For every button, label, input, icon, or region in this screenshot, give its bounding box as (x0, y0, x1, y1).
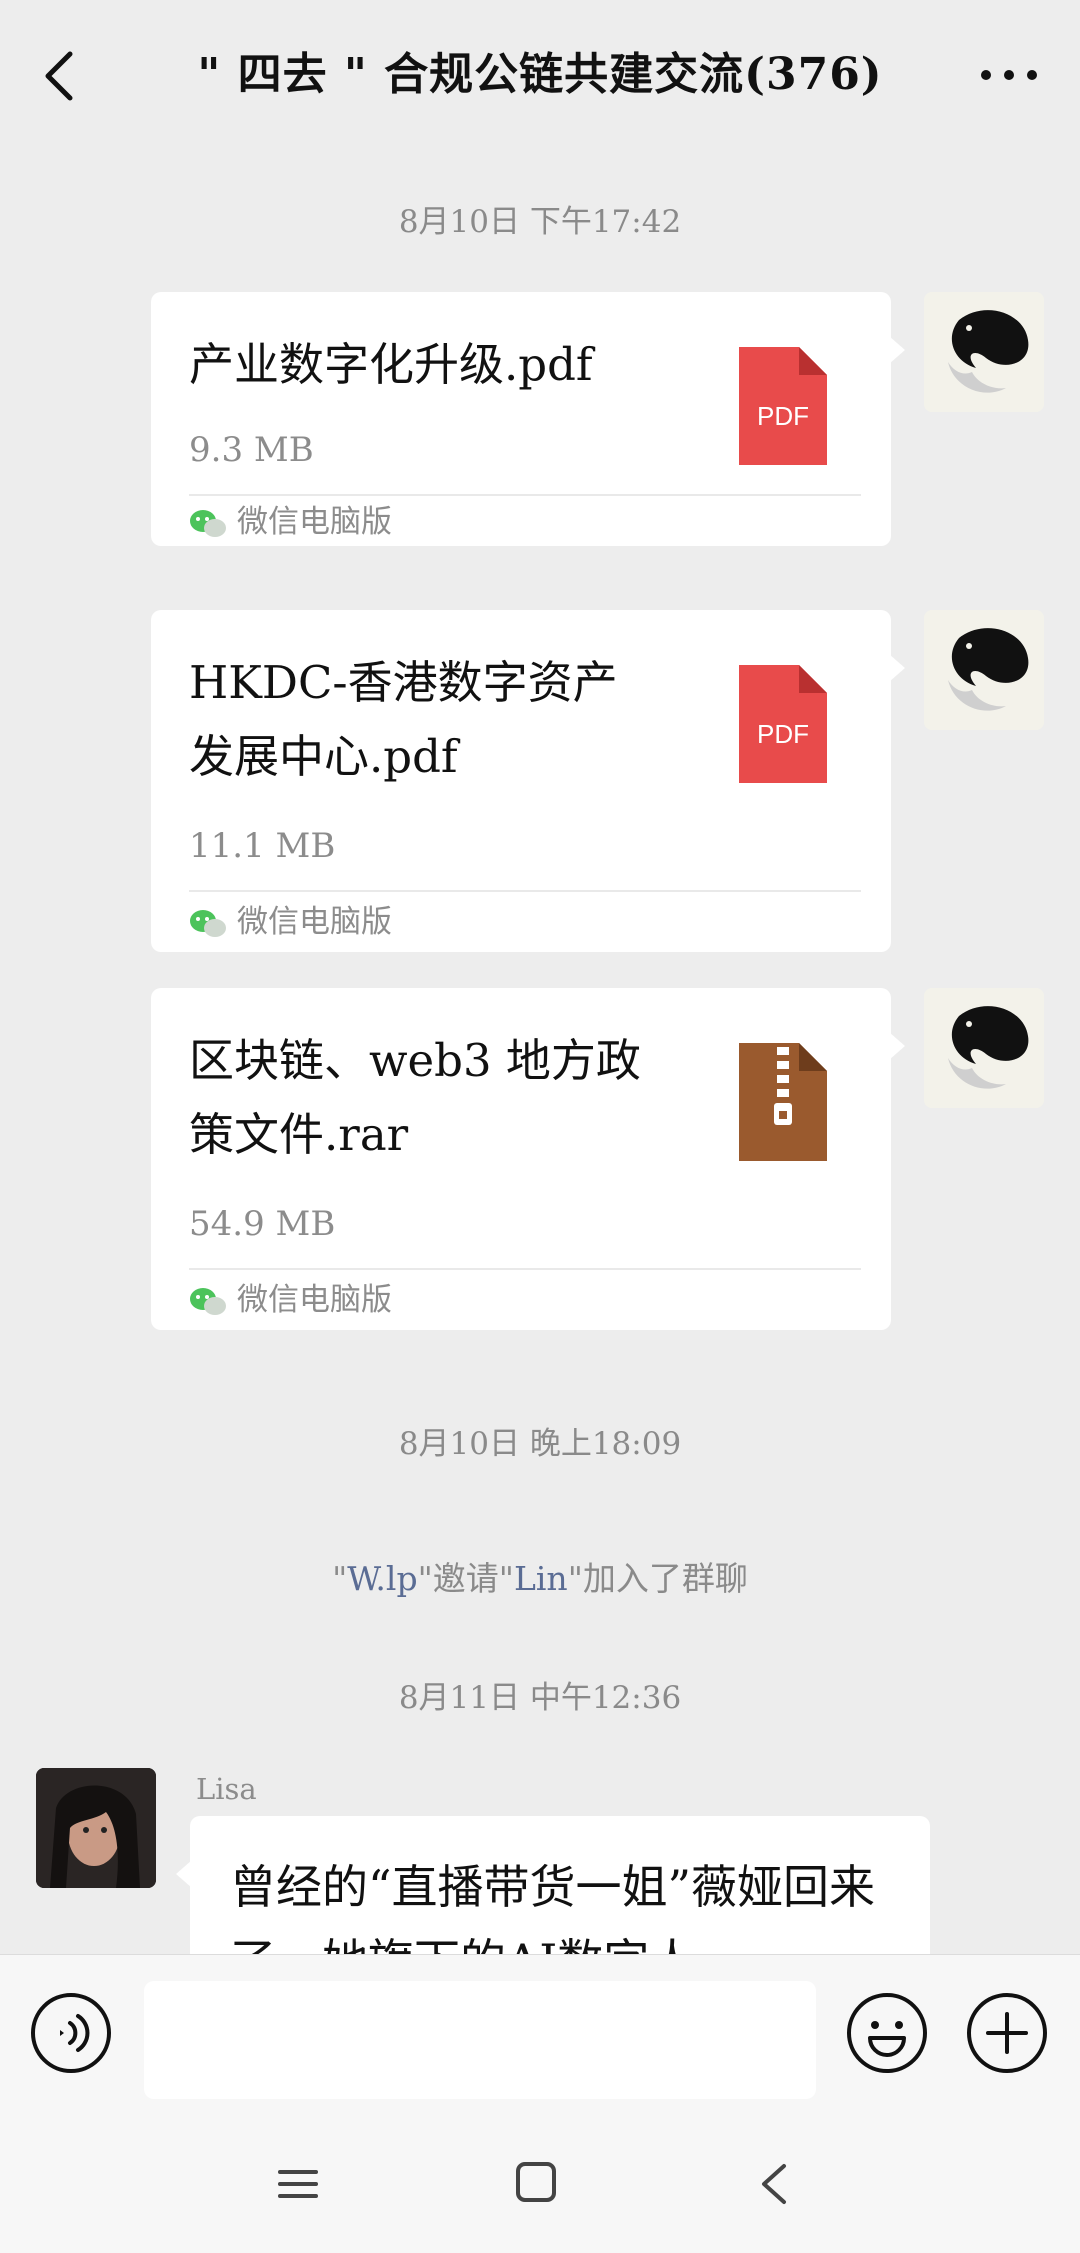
chevron-left-icon (45, 51, 73, 101)
file-message-card[interactable]: 产业数字化升级.pdf 9.3 MB PDF 微信电脑版 (151, 292, 905, 546)
recent-apps-button[interactable] (276, 2162, 320, 2206)
svg-text:PDF: PDF (757, 719, 809, 749)
home-square-icon (516, 2162, 556, 2202)
avatar[interactable] (36, 1768, 156, 1888)
more-button[interactable] (974, 45, 1044, 105)
voice-button[interactable] (30, 1992, 112, 2074)
back-button[interactable] (36, 40, 86, 110)
file-source: 微信电脑版 (189, 502, 392, 542)
inviter-name[interactable]: W.lp (347, 1559, 417, 1598)
chat-message-list[interactable]: 8月10日 下午17:42 产业数字化升级.pdf 9.3 MB PDF 微信电 (0, 146, 1080, 1954)
more-dots-icon (981, 70, 1037, 80)
back-triangle-icon (762, 2164, 786, 2204)
emoji-button[interactable] (846, 1992, 928, 2074)
text-message-bubble[interactable]: 曾经的“直播带货一姐”薇娅回来了，她旗下的AI数字人... (176, 1816, 930, 1954)
wechat-icon (190, 509, 226, 537)
file-source: 微信电脑版 (189, 902, 392, 942)
timestamp: 8月10日 晚上18:09 (398, 1426, 682, 1462)
divider (189, 890, 861, 892)
sender-name: Lisa (196, 1772, 257, 1806)
chat-title: " 四去 " 合规公链共建交流(376) (197, 49, 883, 100)
file-size: 11.1 MB (189, 826, 336, 866)
avatar[interactable] (924, 988, 1044, 1108)
yin-yang-fish-avatar-icon (924, 610, 1044, 730)
wechat-icon (190, 1287, 226, 1315)
timestamp: 8月10日 下午17:42 (398, 204, 682, 240)
message-input[interactable] (144, 1981, 816, 2099)
pdf-file-icon: PDF (739, 347, 827, 465)
chat-input-bar (0, 1954, 1080, 2114)
file-source: 微信电脑版 (189, 1280, 392, 1320)
divider (189, 494, 861, 496)
divider (189, 1268, 861, 1270)
file-name: 产业数字化升级.pdf (189, 338, 593, 391)
yin-yang-fish-avatar-icon (924, 988, 1044, 1108)
system-navigation-bar (0, 2114, 1080, 2253)
file-size: 54.9 MB (189, 1204, 336, 1244)
yin-yang-fish-avatar-icon (924, 292, 1044, 412)
timestamp: 8月11日 中午12:36 (398, 1680, 682, 1716)
avatar[interactable] (924, 292, 1044, 412)
user-photo-avatar-icon (36, 1768, 156, 1888)
voice-icon (31, 1993, 111, 2073)
smiley-icon (847, 1993, 927, 2073)
menu-icon (278, 2170, 318, 2198)
plus-icon (967, 1993, 1047, 2073)
system-message: "W.lp"邀请"Lin"加入了群聊 (332, 1559, 748, 1598)
wechat-icon (190, 909, 226, 937)
invitee-name[interactable]: Lin (514, 1559, 568, 1598)
avatar[interactable] (924, 610, 1044, 730)
svg-text:PDF: PDF (757, 401, 809, 431)
file-name: 区块链、web3 地方政策文件.rar (189, 1034, 641, 1161)
file-message-card[interactable]: 区块链、web3 地方政策文件.rar 54.9 MB 微信电脑版 (151, 988, 905, 1330)
archive-file-icon (739, 1043, 827, 1161)
file-size: 9.3 MB (189, 430, 314, 470)
more-functions-button[interactable] (966, 1992, 1048, 2074)
file-name: HKDC-香港数字资产发展中心.pdf (189, 656, 618, 783)
file-message-card[interactable]: HKDC-香港数字资产发展中心.pdf 11.1 MB PDF 微信电脑版 (151, 610, 905, 952)
pdf-file-icon: PDF (739, 665, 827, 783)
system-back-button[interactable] (756, 2160, 792, 2208)
home-button[interactable] (514, 2160, 558, 2204)
chat-header: " 四去 " 合规公链共建交流(376) (0, 0, 1080, 146)
